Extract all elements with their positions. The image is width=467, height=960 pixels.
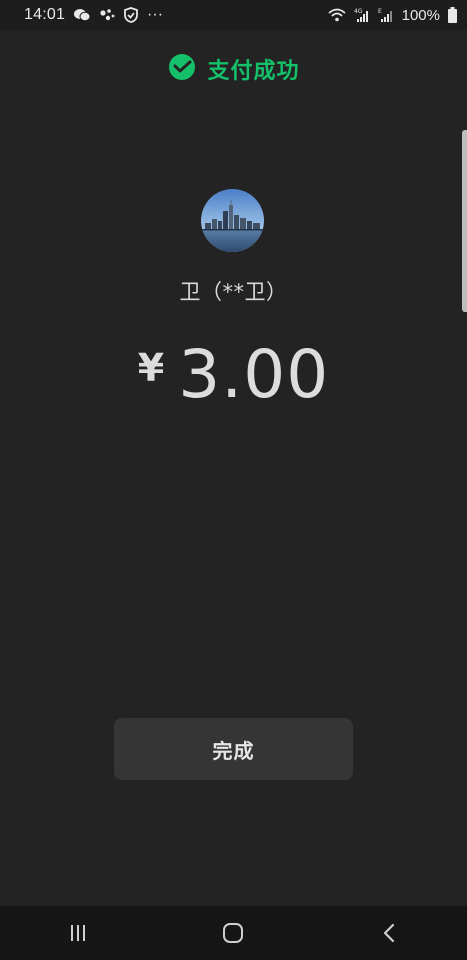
status-bar-right: 4G E 100% [328,7,457,24]
payment-status-header: 支付成功 [0,52,467,86]
battery-icon [448,7,457,23]
home-icon [223,923,244,943]
status-bar-left: 14:01 ··· [24,6,163,24]
system-navigation-bar [0,906,467,960]
wechat-notification-icon [73,8,91,22]
payment-amount: ¥ 3.00 [0,336,467,413]
security-notification-icon [123,7,139,23]
payment-success-screen: 14:01 ··· 4G E 100% 支付成功 卫（**卫） ¥ 3.00 完… [0,0,467,960]
recents-icon [70,925,85,941]
assistant-notification-icon [99,8,115,22]
payment-success-title: 支付成功 [207,59,300,84]
status-bar: 14:01 ··· 4G E 100% [0,0,467,30]
back-icon [384,923,395,943]
recents-button[interactable] [48,906,108,960]
amount-value: 3.00 [178,336,330,413]
signal-4g-icon: 4G [354,7,370,23]
battery-percentage: 100% [401,6,440,24]
home-button[interactable] [203,906,263,960]
svg-text:E: E [378,8,382,15]
more-notifications-icon: ··· [147,6,164,23]
back-button[interactable] [359,906,419,960]
signal-e-icon: E [378,7,394,23]
currency-symbol: ¥ [137,346,165,390]
status-time: 14:01 [24,6,66,23]
wechat-pay-icon [167,52,197,86]
svg-text:4G: 4G [354,8,363,15]
payee-name: 卫（**卫） [179,280,288,304]
wifi-icon [328,8,346,22]
payee-avatar [201,189,264,252]
done-button[interactable]: 完成 [114,718,353,780]
